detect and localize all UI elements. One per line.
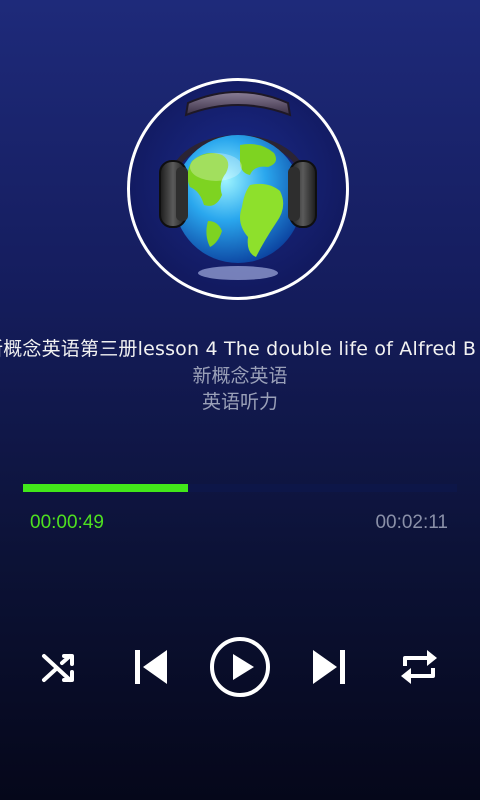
artist-name: 英语听力 [201,391,278,413]
seek-bar[interactable] [23,484,457,492]
seek-bar-progress [23,484,188,492]
play-icon [210,637,270,697]
shuffle-button[interactable] [34,630,88,704]
shuffle-icon [42,654,74,682]
skip-next-icon [313,650,345,684]
play-button[interactable] [206,630,274,704]
skip-previous-icon [135,650,167,684]
track-title-marquee: 新概念英语第三册lesson 4 The double life of Alfr… [0,334,480,364]
repeat-icon [401,650,437,684]
album-name: 新概念英语 [192,365,288,387]
next-button[interactable] [302,630,356,704]
repeat-button[interactable] [390,630,448,704]
elapsed-time: 00:00:49 [30,512,104,533]
track-title: 新概念英语第三册lesson 4 The double life of Alfr… [0,338,477,360]
previous-button[interactable] [124,630,178,704]
album-art [127,78,349,300]
total-time: 00:02:11 [375,512,448,533]
headphones-globe-icon [159,91,317,280]
